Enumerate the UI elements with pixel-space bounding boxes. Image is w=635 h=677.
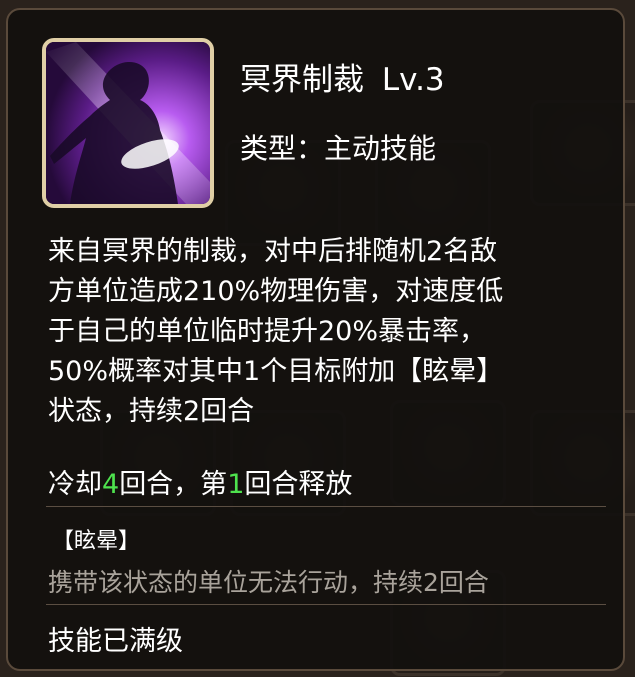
cooldown-suffix: 回合释放 bbox=[244, 469, 353, 500]
cooldown-turns: 4 bbox=[102, 469, 120, 500]
description-line: 状态，持续2回合 bbox=[48, 396, 255, 427]
divider bbox=[46, 506, 606, 507]
divider bbox=[46, 604, 606, 605]
description-line: 来自冥界的制裁，对中后排随机2名敌 bbox=[48, 236, 498, 267]
cooldown-info: 冷却4回合，第1回合释放 bbox=[48, 462, 352, 501]
skill-description: 来自冥界的制裁，对中后排随机2名敌 方单位造成210%物理伤害，对速度低 于自己… bbox=[48, 232, 608, 432]
skill-type-value: 主动技能 bbox=[324, 132, 437, 165]
skill-maxed-label: 技能已满级 bbox=[48, 626, 183, 657]
skill-type: 类型：主动技能 bbox=[240, 127, 436, 167]
skill-tooltip: 冥界制裁 Lv.3 类型：主动技能 来自冥界的制裁，对中后排随机2名敌 方单位造… bbox=[6, 8, 625, 671]
skill-title: 冥界制裁 Lv.3 bbox=[240, 54, 445, 99]
description-line: 方单位造成210%物理伤害，对速度低 bbox=[48, 276, 504, 307]
description-line: 50%概率对其中1个目标附加【眩晕】 bbox=[48, 356, 504, 387]
status-title: 【眩晕】 bbox=[52, 529, 141, 554]
skill-icon bbox=[42, 38, 214, 208]
release-turn: 1 bbox=[227, 469, 245, 500]
description-line: 于自己的单位临时提升20%暴击率， bbox=[48, 316, 487, 347]
skill-level: Lv.3 bbox=[381, 62, 445, 98]
skill-type-label: 类型： bbox=[240, 132, 325, 165]
cooldown-middle: 回合，第 bbox=[119, 469, 228, 500]
skill-name: 冥界制裁 bbox=[240, 62, 364, 98]
cooldown-prefix: 冷却 bbox=[48, 469, 102, 500]
purple-silhouette-skill-icon bbox=[46, 42, 210, 204]
status-description: 携带该状态的单位无法行动，持续2回合 bbox=[48, 568, 489, 597]
